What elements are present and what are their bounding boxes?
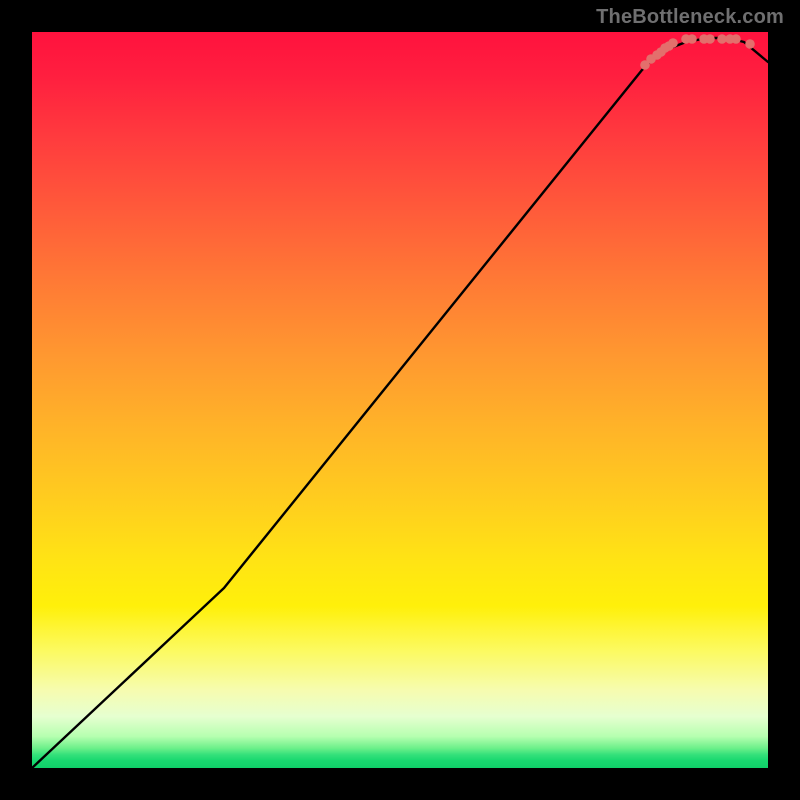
- marker-dot: [668, 38, 678, 48]
- curve-line: [32, 38, 768, 768]
- marker-dot: [731, 34, 741, 44]
- chart-frame: TheBottleneck.com: [0, 0, 800, 800]
- watermark-text: TheBottleneck.com: [596, 6, 784, 29]
- plot-area: [32, 32, 768, 768]
- marker-dot: [745, 39, 755, 49]
- marker-dot: [705, 34, 715, 44]
- marker-dot: [687, 34, 697, 44]
- chart-svg: [32, 32, 768, 768]
